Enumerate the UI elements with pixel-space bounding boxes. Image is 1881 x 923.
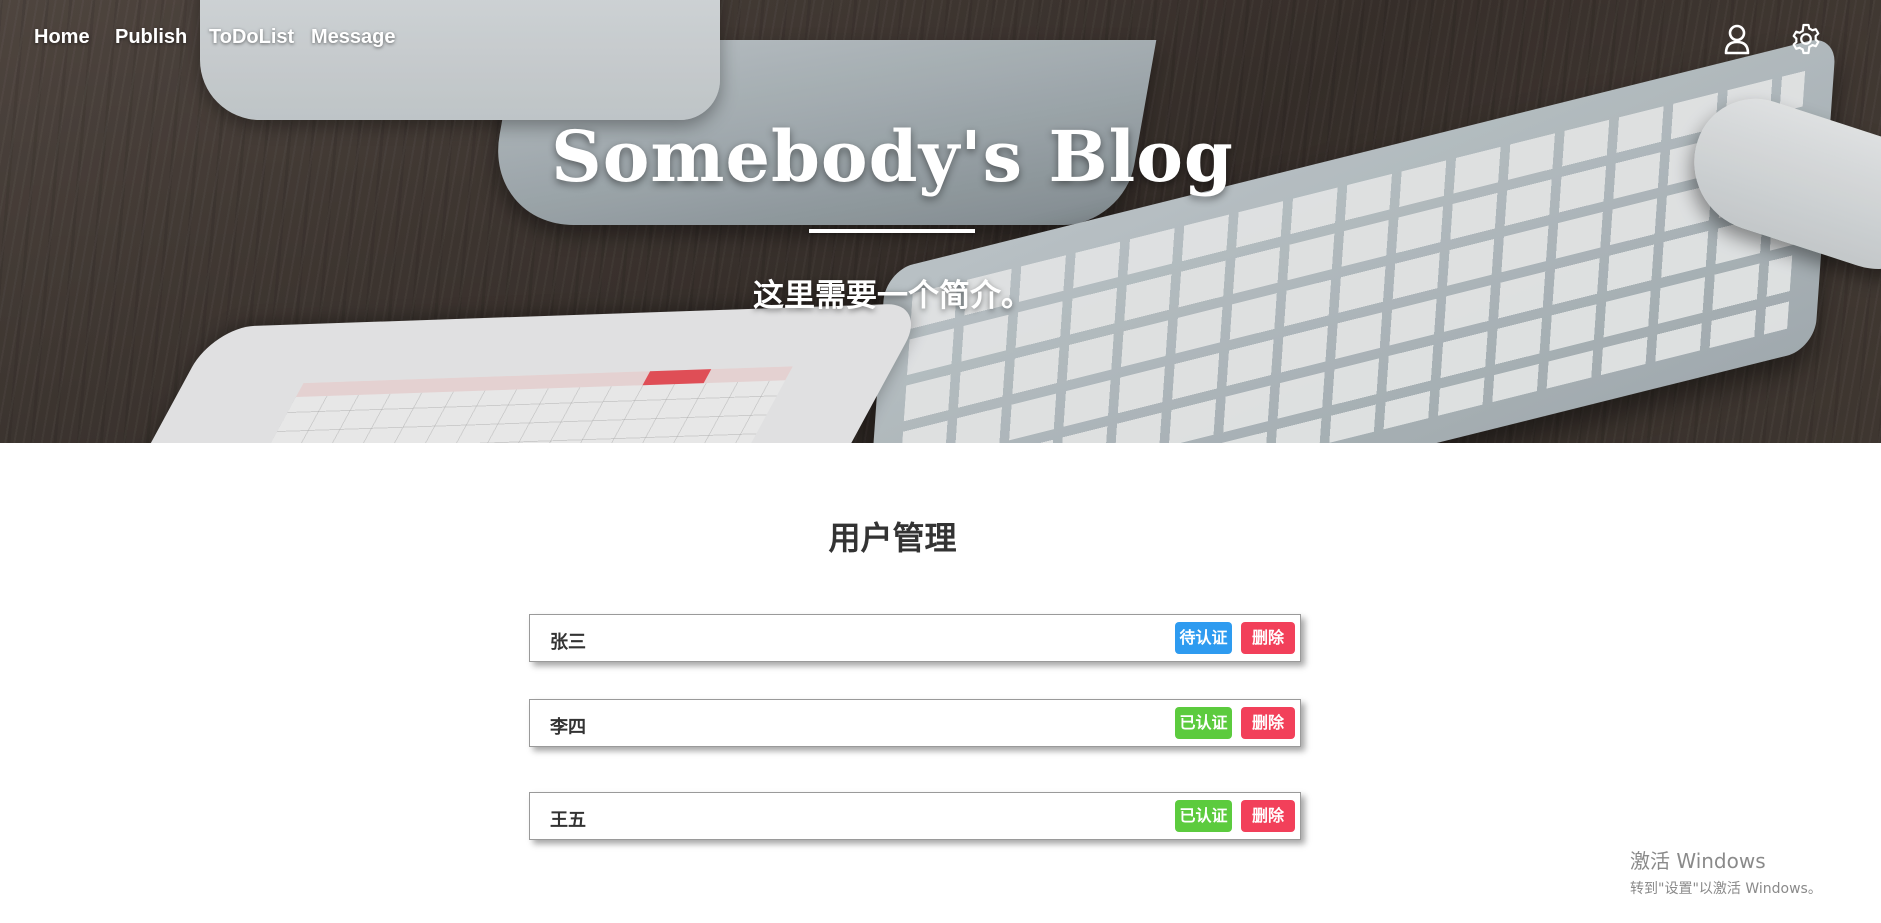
status-badge-verified[interactable]: 已认证 — [1175, 707, 1232, 739]
windows-activation-watermark: 激活 Windows 转到"设置"以激活 Windows。 — [1630, 845, 1822, 898]
user-icon[interactable] — [1720, 22, 1754, 56]
gear-icon[interactable] — [1789, 22, 1823, 56]
delete-button[interactable]: 删除 — [1241, 707, 1295, 739]
user-name: 李四 — [550, 717, 586, 738]
watermark-title: 激活 Windows — [1630, 849, 1766, 873]
page-title: 用户管理 — [828, 519, 957, 557]
nav-link-todolist[interactable]: ToDoList — [209, 26, 294, 49]
blog-subtitle: 这里需要一个简介。 — [753, 278, 1032, 314]
user-name: 张三 — [550, 632, 586, 653]
user-name: 王五 — [550, 810, 586, 831]
watermark-subtitle: 转到"设置"以激活 Windows。 — [1630, 881, 1822, 897]
delete-button[interactable]: 删除 — [1241, 622, 1295, 654]
blog-title: Somebody's Blog — [551, 115, 1234, 198]
top-nav: Home Publish ToDoList Message — [0, 0, 1881, 78]
status-badge-verified[interactable]: 已认证 — [1175, 800, 1232, 832]
nav-link-home[interactable]: Home — [34, 26, 90, 49]
delete-button[interactable]: 删除 — [1241, 800, 1295, 832]
nav-link-message[interactable]: Message — [311, 26, 396, 49]
nav-link-publish[interactable]: Publish — [115, 26, 187, 49]
user-row: 王五 已认证 删除 — [529, 792, 1301, 840]
user-row: 张三 待认证 删除 — [529, 614, 1301, 662]
title-divider — [809, 229, 975, 233]
status-badge-pending[interactable]: 待认证 — [1175, 622, 1232, 654]
user-row: 李四 已认证 删除 — [529, 699, 1301, 747]
